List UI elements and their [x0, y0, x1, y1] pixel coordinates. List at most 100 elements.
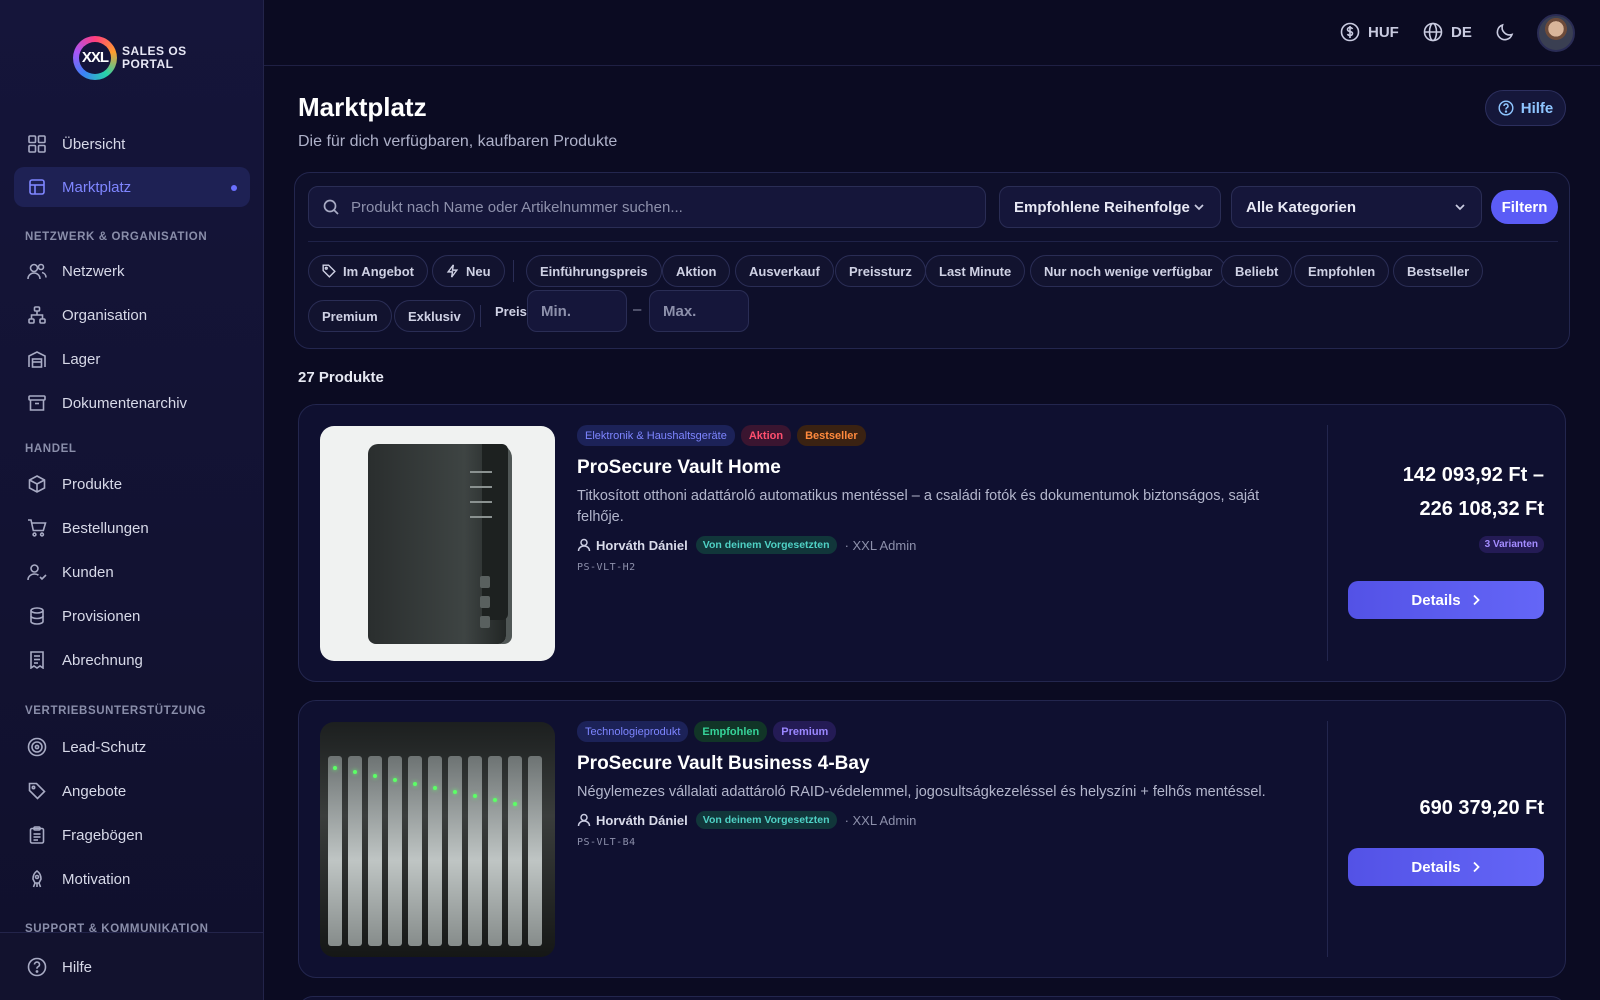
sidebar-item-label: Abrechnung — [62, 651, 143, 669]
details-button[interactable]: Details — [1348, 848, 1544, 886]
chip-exklusiv[interactable]: Exklusiv — [394, 300, 475, 332]
sidebar-item-kunden[interactable]: Kunden — [14, 552, 250, 592]
nas-led — [470, 501, 492, 503]
rack-led — [473, 794, 477, 798]
category-select[interactable]: Alle Kategorien — [1231, 186, 1482, 228]
chip-ausverkauf[interactable]: Ausverkauf — [735, 255, 834, 287]
product-card: Elektronik & Haushaltsgeräte Aktion Best… — [298, 404, 1566, 682]
sidebar-item-lager[interactable]: Lager — [14, 339, 250, 379]
product-name[interactable]: ProSecure Vault Business 4-Bay — [577, 753, 870, 775]
chip-label: Beliebt — [1235, 263, 1279, 279]
currency-switcher[interactable]: HUF — [1340, 22, 1399, 42]
product-name[interactable]: ProSecure Vault Home — [577, 457, 781, 479]
nas-port — [480, 576, 490, 588]
chip-last-minute[interactable]: Last Minute — [925, 255, 1026, 287]
logo-text: SALES OS PORTAL — [122, 44, 187, 71]
chip-neu[interactable]: Neu — [432, 255, 505, 287]
sidebar-item-uebersicht[interactable]: Übersicht — [14, 124, 250, 164]
sidebar-item-marktplatz[interactable]: Marktplatz — [14, 167, 250, 207]
price-range-start: 142 093,92 Ft – — [1402, 464, 1544, 486]
store-icon — [26, 176, 48, 198]
theme-toggle[interactable] — [1495, 22, 1523, 42]
chip-preissturz[interactable]: Preissturz — [835, 255, 926, 287]
search-input[interactable] — [351, 198, 951, 216]
filter-button[interactable]: Filtern — [1491, 190, 1558, 224]
coins-icon — [26, 605, 48, 627]
chip-premium[interactable]: Premium — [308, 300, 392, 332]
chip-einfuehrungspreis[interactable]: Einführungspreis — [526, 255, 662, 287]
price-min-input[interactable] — [527, 290, 627, 332]
sidebar-item-angebote[interactable]: Angebote — [14, 771, 250, 811]
user-icon — [577, 813, 591, 827]
rack-slot — [448, 756, 462, 946]
seller-name: Horváth Dániel — [596, 812, 688, 828]
logo-mark-text: XXL — [81, 49, 109, 66]
sort-select-value: Empfohlene Reihenfolge — [1014, 198, 1190, 216]
badge-premium: Premium — [773, 721, 837, 742]
badge-aktion: Aktion — [740, 425, 792, 446]
chip-beliebt[interactable]: Beliebt — [1221, 255, 1293, 287]
moon-icon — [1496, 23, 1514, 41]
currency-label: HUF — [1368, 23, 1399, 41]
details-button[interactable]: Details — [1348, 581, 1544, 619]
chevron-right-icon — [1472, 861, 1480, 873]
rack-slot — [528, 756, 542, 946]
sidebar-item-bestellungen[interactable]: Bestellungen — [14, 508, 250, 548]
clipboard-icon — [26, 824, 48, 846]
card-divider — [1327, 425, 1328, 661]
help-button[interactable]: Hilfe — [1485, 90, 1566, 126]
search-box[interactable] — [308, 186, 986, 228]
product-image[interactable] — [320, 722, 555, 957]
price-max-input[interactable] — [649, 290, 749, 332]
chip-label: Preissturz — [849, 263, 912, 279]
logo[interactable]: XXL SALES OS PORTAL — [73, 36, 203, 82]
user-icon — [577, 538, 591, 552]
sidebar-item-hilfe[interactable]: Hilfe — [14, 947, 250, 987]
product-description: Négylemezes vállalati adattároló RAID-vé… — [577, 784, 1266, 800]
chip-label: Last Minute — [939, 263, 1012, 279]
avatar[interactable] — [1537, 14, 1575, 52]
product-seller: Horváth Dániel Von deinem Vorgesetzten ·… — [577, 536, 916, 554]
rack-led — [353, 770, 357, 774]
chip-label: Nur noch wenige verfügbar — [1044, 263, 1213, 279]
sidebar-item-abrechnung[interactable]: Abrechnung — [14, 640, 250, 680]
sidebar-item-produkte[interactable]: Produkte — [14, 464, 250, 504]
chip-label: Neu — [466, 263, 491, 279]
chip-separator — [480, 305, 481, 327]
topbar — [264, 0, 1600, 66]
rack-slot — [328, 756, 342, 946]
rocket-icon — [26, 868, 48, 890]
page-title: Marktplatz — [298, 92, 427, 122]
product-card-partial — [298, 996, 1566, 1000]
sidebar-item-label: Marktplatz — [62, 178, 132, 196]
sidebar-item-dokumentenarchiv[interactable]: Dokumentenarchiv — [14, 383, 250, 423]
sidebar-item-netzwerk[interactable]: Netzwerk — [14, 251, 250, 291]
product-image[interactable] — [320, 426, 555, 661]
price-range-dash: – — [633, 301, 642, 318]
rack-slot — [508, 756, 522, 946]
language-switcher[interactable]: DE — [1423, 22, 1472, 42]
chip-aktion[interactable]: Aktion — [662, 255, 731, 287]
sidebar-item-label: Provisionen — [62, 607, 141, 625]
chip-label: Premium — [322, 308, 378, 324]
chip-empfohlen[interactable]: Empfohlen — [1294, 255, 1390, 287]
sidebar-item-organisation[interactable]: Organisation — [14, 295, 250, 335]
chip-nur-noch-wenige[interactable]: Nur noch wenige verfügbar — [1030, 255, 1227, 287]
rack-slot — [348, 756, 362, 946]
dollar-circle-icon — [1340, 22, 1360, 42]
sidebar-item-label: Lead-Schutz — [62, 738, 147, 756]
sidebar-item-motivation[interactable]: Motivation — [14, 859, 250, 899]
nas-led — [470, 486, 492, 488]
rack-slot — [488, 756, 502, 946]
sidebar-item-label: Fragebögen — [62, 826, 143, 844]
nas-led — [470, 516, 492, 518]
globe-icon — [1423, 22, 1443, 42]
sidebar-item-frageboegen[interactable]: Fragebögen — [14, 815, 250, 855]
sort-select[interactable]: Empfohlene Reihenfolge — [999, 186, 1221, 228]
active-dot — [231, 185, 237, 191]
chip-im-angebot[interactable]: Im Angebot — [308, 255, 429, 287]
sidebar-item-provisionen[interactable]: Provisionen — [14, 596, 250, 636]
sidebar-item-lead-schutz[interactable]: Lead-Schutz — [14, 727, 250, 767]
chip-bestseller[interactable]: Bestseller — [1393, 255, 1484, 287]
sidebar-item-label: Dokumentenarchiv — [62, 394, 188, 412]
